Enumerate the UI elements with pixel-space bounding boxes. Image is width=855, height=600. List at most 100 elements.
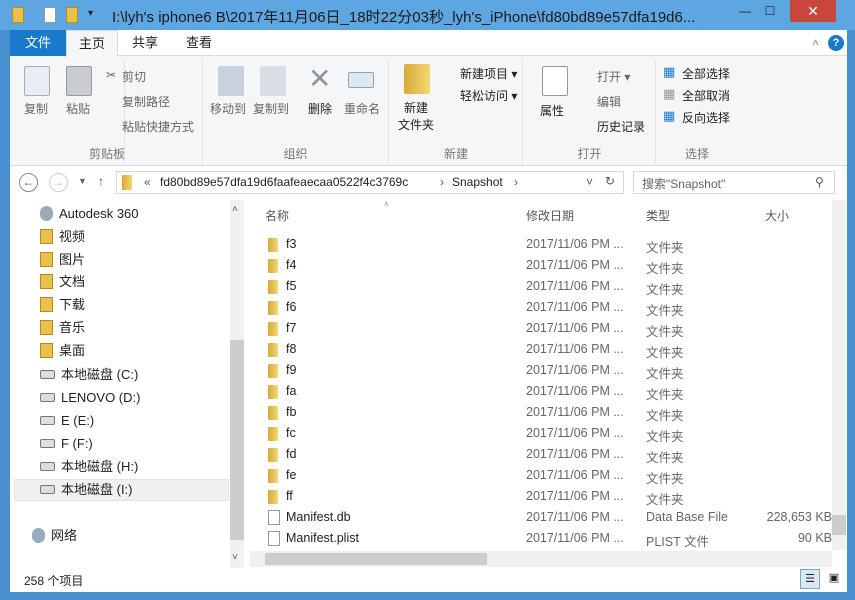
file-type: 文件夹 [646,346,684,360]
open-button[interactable]: 打开 ▾ [597,68,630,85]
collapse-ribbon-icon[interactable]: ˄ [812,36,819,50]
easy-access-button[interactable]: 轻松访问 ▾ [460,87,517,104]
folder-icon [12,7,24,23]
nav-item[interactable]: E (E:) [40,411,94,431]
nav-scroll-thumb[interactable] [230,340,244,540]
column-type[interactable]: 类型 [646,207,670,224]
tab-file[interactable]: 文件 [10,30,66,56]
nav-item[interactable]: 下载 [40,295,85,315]
folder-icon [268,238,278,252]
nav-item[interactable]: 本地磁盘 (H:) [40,457,138,477]
breadcrumb-separator[interactable]: › [440,175,444,189]
customize-quick-access-icon[interactable]: ▾ [88,8,93,19]
properties-quick-icon[interactable] [44,7,56,23]
file-row[interactable]: Manifest.plist 2017/11/06 PM ... PLIST 文件 9… [262,528,832,549]
file-row[interactable]: ff 2017/11/06 PM ... 文件夹 [262,486,832,507]
folder-icon [268,343,278,357]
properties-button[interactable]: 属性 [540,102,564,119]
nav-item[interactable]: LENOVO (D:) [40,388,140,408]
folder-icon [268,490,278,504]
scroll-down-icon[interactable]: ˅ [232,552,238,563]
file-date: 2017/11/06 PM ... [526,489,624,503]
file-row[interactable]: fc 2017/11/06 PM ... 文件夹 [262,423,832,444]
nav-item[interactable]: 文档 [40,272,85,292]
new-item-button[interactable]: 新建项目 ▾ [460,65,517,82]
folder-icon [268,364,278,378]
file-row[interactable]: fa 2017/11/06 PM ... 文件夹 [262,381,832,402]
nav-item[interactable]: Autodesk 360 [40,204,139,224]
file-row[interactable]: f4 2017/11/06 PM ... 文件夹 [262,255,832,276]
column-size[interactable]: 大小 [765,207,789,224]
file-row[interactable]: f5 2017/11/06 PM ... 文件夹 [262,276,832,297]
file-row[interactable]: f9 2017/11/06 PM ... 文件夹 [262,360,832,381]
minimize-button[interactable]: — [735,4,755,18]
recent-locations-icon[interactable]: ▼ [78,176,87,186]
list-scrollbar[interactable] [832,200,846,550]
new-folder-button[interactable]: 新建 文件夹 [398,100,434,134]
move-to-button[interactable]: 移动到 [210,100,246,117]
nav-item-label: Autodesk 360 [59,206,139,221]
file-row[interactable]: Manifest.db 2017/11/06 PM ... Data Base Fi… [262,507,832,528]
edit-button[interactable]: 编辑 [597,93,621,110]
nav-item[interactable]: 音乐 [40,318,85,338]
nav-item[interactable]: F (F:) [40,434,93,454]
help-icon[interactable]: ? [828,35,844,51]
copy-icon [24,66,50,96]
file-row[interactable]: f3 2017/11/06 PM ... 文件夹 [262,234,832,255]
file-row[interactable]: f6 2017/11/06 PM ... 文件夹 [262,297,832,318]
file-row[interactable]: fe 2017/11/06 PM ... 文件夹 [262,465,832,486]
breadcrumb-segment[interactable]: Snapshot [452,175,503,189]
nav-item[interactable]: 本地磁盘 (I:) [40,480,133,500]
large-icons-view-button[interactable]: ▣ [824,569,844,589]
select-none-button[interactable]: 全部取消 [682,87,730,104]
scroll-up-icon[interactable]: ˄ [232,204,238,215]
file-date: 2017/11/06 PM ... [526,321,624,335]
tab-home[interactable]: 主页 [66,30,119,57]
file-row[interactable]: fb 2017/11/06 PM ... 文件夹 [262,402,832,423]
history-button[interactable]: 历史记录 [597,118,645,135]
file-type: 文件夹 [646,367,684,381]
file-row[interactable]: f8 2017/11/06 PM ... 文件夹 [262,339,832,360]
file-type: 文件夹 [646,409,684,423]
details-view-button[interactable]: ☰ [800,569,820,589]
refresh-icon[interactable]: ↻ [605,174,615,188]
nav-item[interactable]: 桌面 [40,341,85,361]
breadcrumb-separator[interactable]: › [514,175,518,189]
search-input[interactable]: 搜索"Snapshot" [633,171,835,194]
close-button[interactable]: ✕ [790,0,836,22]
rename-button[interactable]: 重命名 [344,100,380,117]
invert-selection-button[interactable]: 反向选择 [682,109,730,126]
column-date[interactable]: 修改日期 [526,207,574,224]
file-row[interactable]: fd 2017/11/06 PM ... 文件夹 [262,444,832,465]
address-dropdown-icon[interactable]: ˅ [586,175,593,189]
move-to-icon [218,66,244,96]
up-button[interactable]: ↑ [98,174,104,188]
nav-item[interactable]: 图片 [40,250,85,270]
forward-button[interactable]: → [49,173,68,192]
select-all-button[interactable]: 全部选择 [682,65,730,82]
nav-item-label: 网络 [51,528,78,543]
nav-item-label: 本地磁盘 (C:) [61,367,139,382]
file-row[interactable]: f7 2017/11/06 PM ... 文件夹 [262,318,832,339]
delete-button[interactable]: 删除 [308,100,332,117]
folder-icon [268,259,278,273]
maximize-button[interactable]: ☐ [760,4,780,18]
file-type: 文件夹 [646,472,684,486]
horizontal-scroll-thumb[interactable] [265,553,487,565]
back-button[interactable]: ← [19,173,38,192]
list-scroll-thumb[interactable] [832,515,846,535]
nav-item[interactable]: 视频 [40,227,85,247]
copy-button[interactable]: 复制 [24,100,48,117]
breadcrumb-overflow[interactable]: « [144,175,151,189]
new-folder-quick-icon[interactable] [66,7,78,23]
tab-share[interactable]: 共享 [120,30,170,56]
nav-item[interactable]: 本地磁盘 (C:) [40,365,138,385]
nav-item[interactable]: 网络 [32,526,77,546]
file-type: 文件夹 [646,262,684,276]
copy-to-button[interactable]: 复制到 [253,100,289,117]
column-name[interactable]: 名称 [265,207,289,224]
tab-view[interactable]: 查看 [174,30,224,56]
breadcrumb-segment[interactable]: fd80bd89e57dfa19d6faafeaecaa0522f4c3769c [160,175,408,189]
paste-button[interactable]: 粘贴 [66,100,90,117]
folder-icon [268,322,278,336]
